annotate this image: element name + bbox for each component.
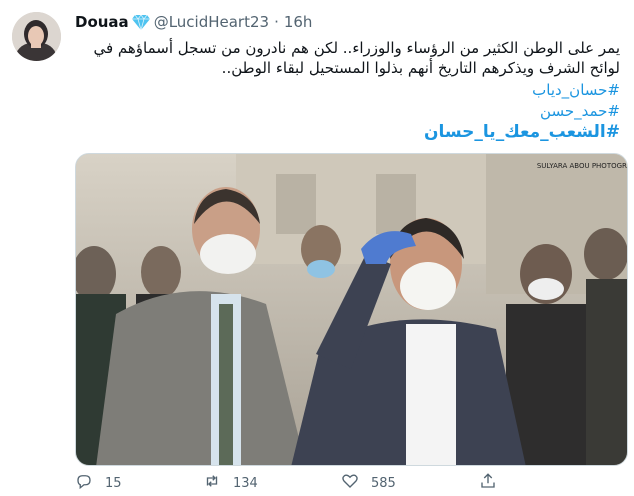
avatar[interactable]	[12, 12, 61, 61]
tweet-header: Douaa @LucidHeart23 · 16h	[75, 12, 312, 32]
tweet-actions: 15 134 585	[75, 472, 628, 496]
tweet-text-line: يمر على الوطن الكثير من الرؤساء والوزراء…	[93, 39, 620, 57]
separator-dot: ·	[274, 13, 279, 31]
share-icon	[479, 472, 497, 494]
reply-icon	[75, 472, 93, 494]
tweet-text-line: لوائح الشرف ويذكرهم التاريخ أنهم بذلوا ا…	[221, 59, 620, 77]
reply-count: 15	[105, 475, 122, 491]
retweet-count: 134	[233, 475, 258, 491]
share-button[interactable]	[479, 472, 497, 494]
author-name[interactable]: Douaa	[75, 13, 129, 31]
hashtag-hamad-hassan[interactable]: #حمد_حسن	[424, 101, 620, 122]
reply-button[interactable]: 15	[75, 472, 122, 494]
retweet-icon	[203, 472, 221, 494]
retweet-button[interactable]: 134	[203, 472, 258, 494]
tweet-time[interactable]: 16h	[284, 13, 313, 31]
author-handle[interactable]: @LucidHeart23	[154, 13, 269, 31]
photo-watermark: SULYARA ABOU PHOTOGRAPHY	[537, 162, 628, 170]
verified-icon	[131, 14, 150, 30]
tweet-text: يمر على الوطن الكثير من الرؤساء والوزراء…	[75, 38, 620, 78]
like-count: 585	[371, 475, 396, 491]
like-icon	[341, 472, 359, 494]
like-button[interactable]: 585	[341, 472, 396, 494]
hashtag-hassan-diab[interactable]: #حسان_دياب	[424, 80, 620, 101]
hashtag-list: #حسان_دياب #حمد_حسن #الشعب_معك_يا_حسان	[424, 80, 620, 143]
hashtag-people-with-you[interactable]: #الشعب_معك_يا_حسان	[424, 122, 620, 143]
tweet-photo[interactable]: SULYARA ABOU PHOTOGRAPHY	[75, 153, 628, 466]
